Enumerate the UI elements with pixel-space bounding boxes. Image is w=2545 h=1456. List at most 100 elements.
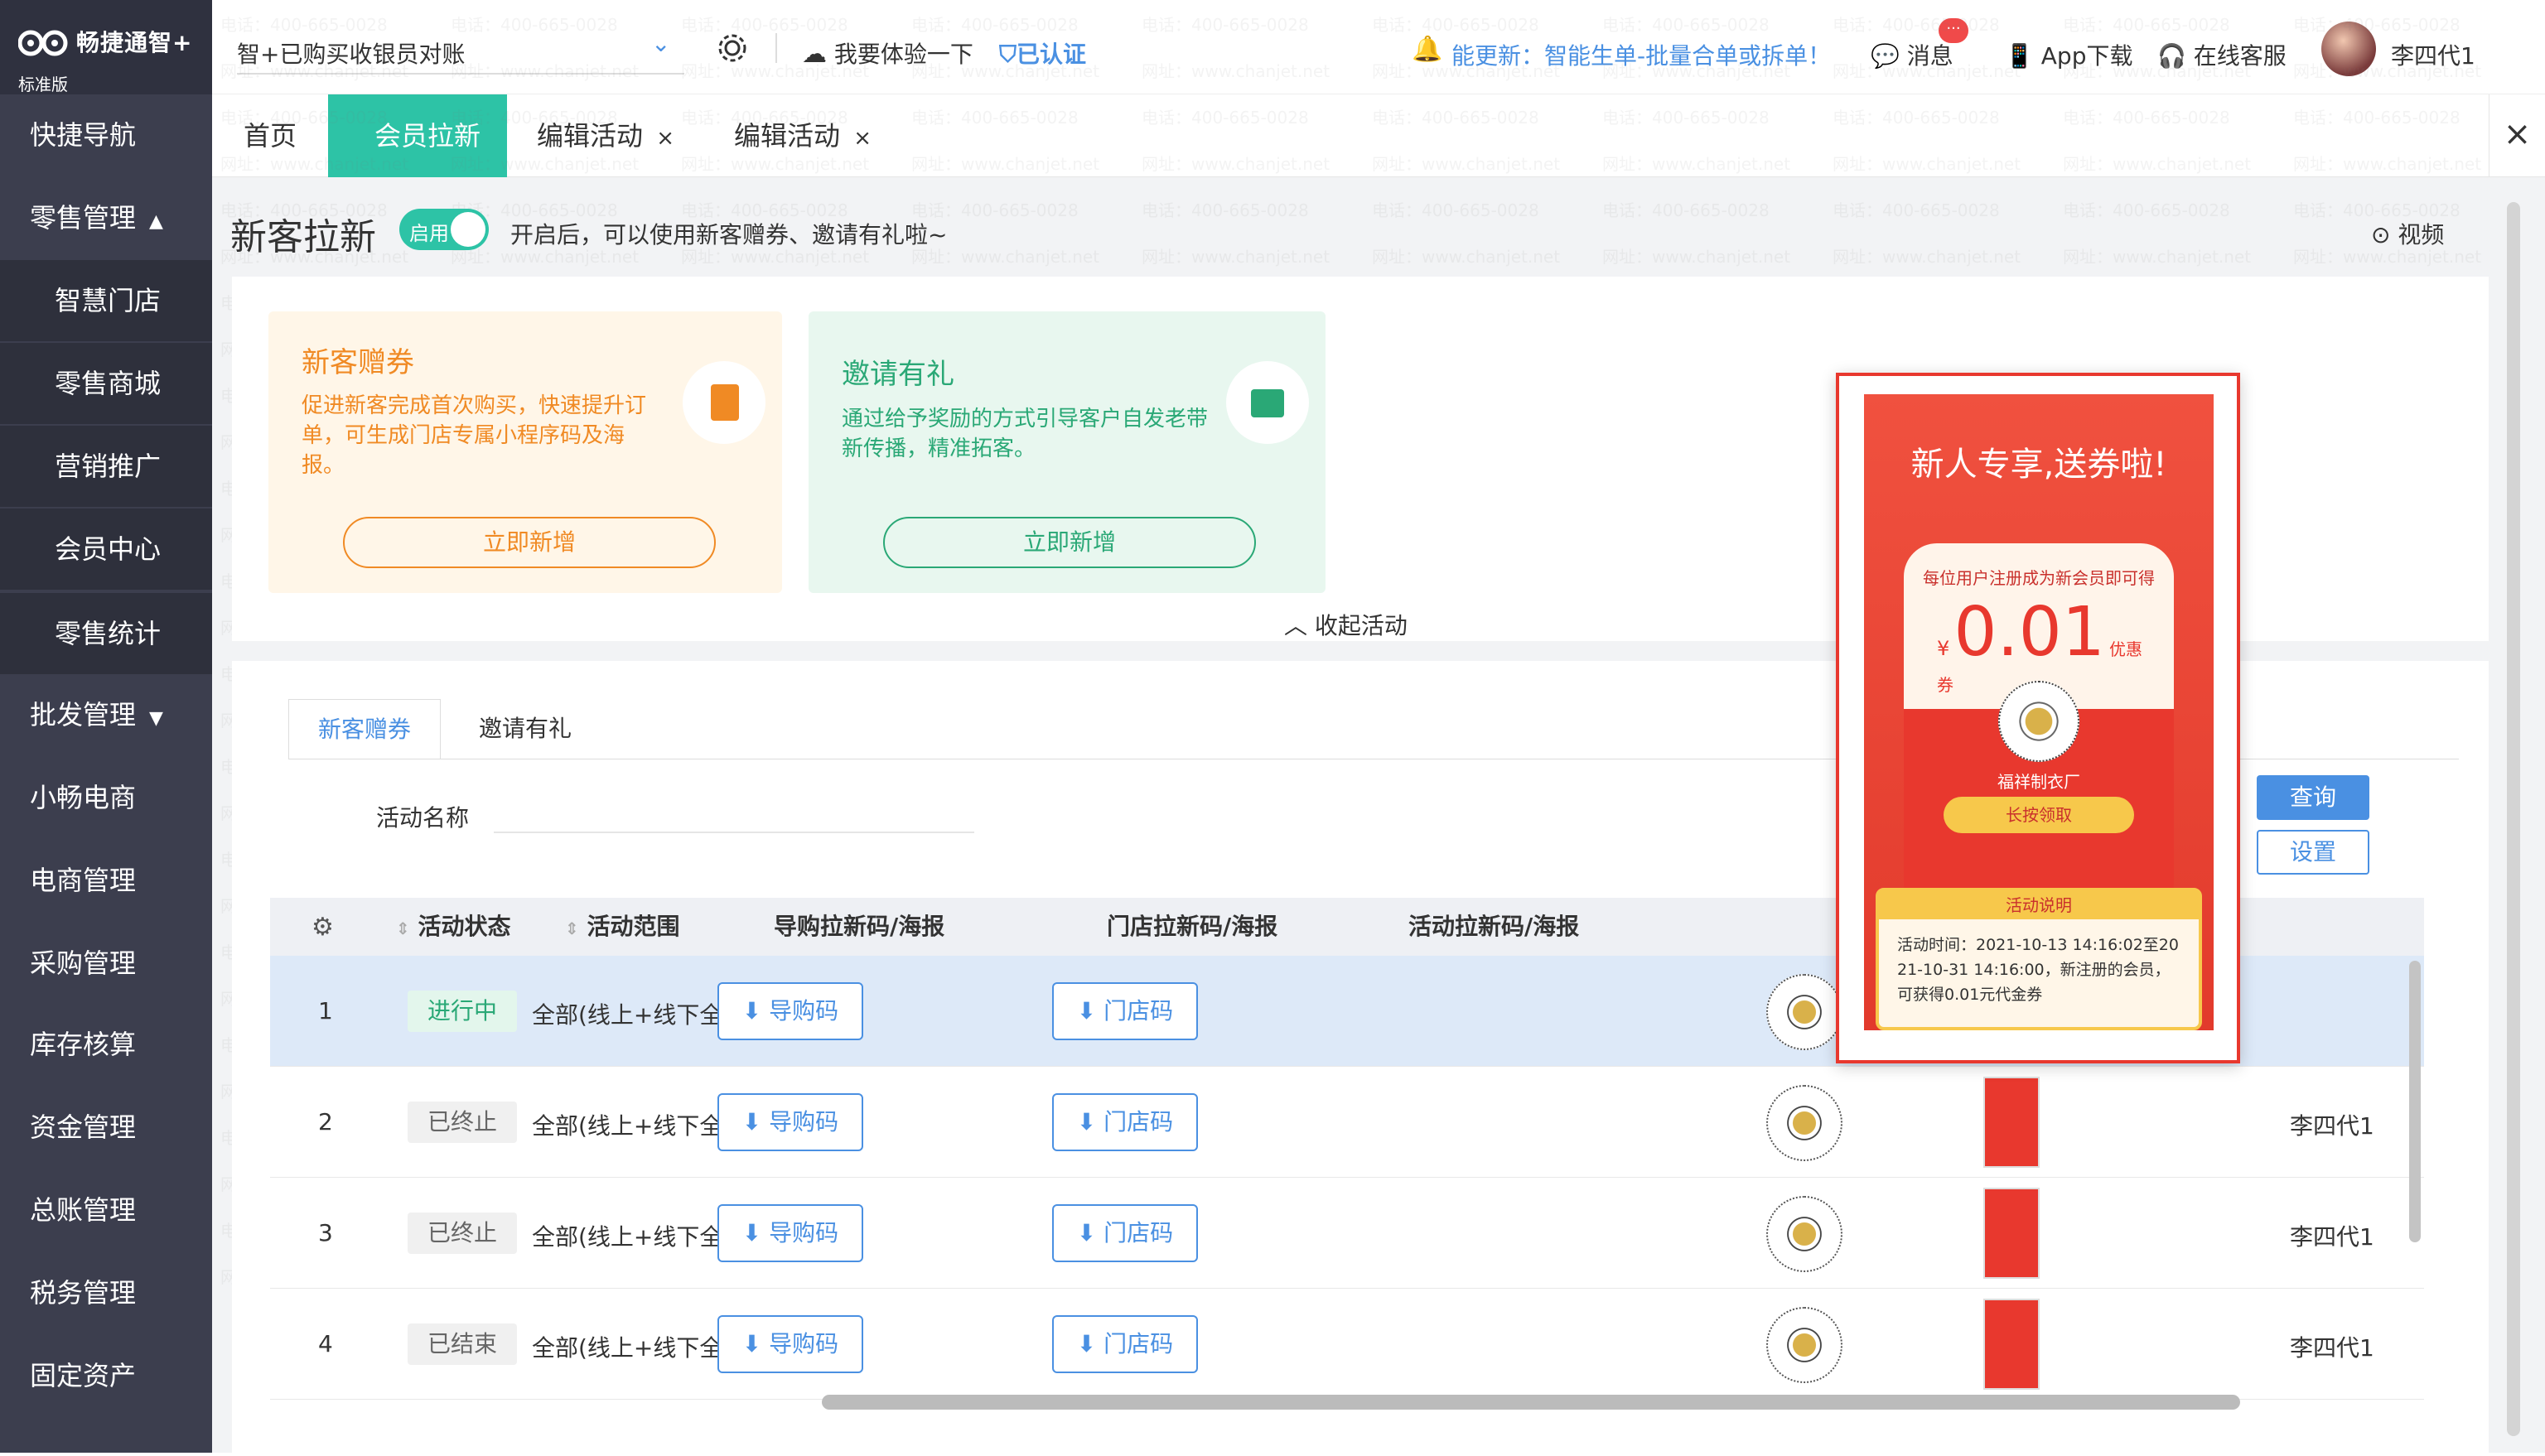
page-scrollbar[interactable] bbox=[2507, 202, 2520, 1436]
poster-thumbnail[interactable] bbox=[1983, 1188, 2040, 1279]
sidebar-item[interactable]: 会员中心 bbox=[0, 509, 212, 590]
table-row[interactable]: 3已终止全部(线上+线下全部门店)⬇ 导购码⬇ 门店码李四代1⊘✎🗑 bbox=[270, 1178, 2424, 1289]
phone-icon: 📱 bbox=[2005, 42, 2034, 70]
close-icon[interactable]: × bbox=[853, 126, 872, 151]
sidebar-item-label: 零售管理 bbox=[30, 202, 137, 234]
row-index: 1 bbox=[318, 997, 333, 1025]
collapse-activities-button[interactable]: ︿ 收起活动 bbox=[1284, 608, 1408, 641]
username[interactable]: 李四代1 bbox=[2391, 38, 2475, 71]
invite-reward-card[interactable]: 邀请有礼 通过给予奖励的方式引导客户自发老带新传播，精准拓客。 立即新增 bbox=[809, 311, 1326, 593]
sidebar-item[interactable]: 批发管理 ▼ bbox=[0, 674, 212, 755]
sidebar-item[interactable]: 快捷导航 bbox=[0, 94, 212, 176]
sort-icon: ⇕ bbox=[565, 918, 579, 938]
status-badge: 已终止 bbox=[408, 1102, 518, 1143]
avatar[interactable] bbox=[2321, 22, 2376, 76]
sidebar-item-label: 快捷导航 bbox=[30, 119, 137, 151]
try-experience-link[interactable]: ☁ 我要体验一下 bbox=[802, 36, 973, 70]
guide-code-label: 导购码 bbox=[769, 997, 839, 1025]
activity-name-label: 活动名称 bbox=[376, 804, 470, 832]
coupon-amount: ¥ 0.01 优惠券 bbox=[1937, 593, 2152, 696]
toggle-label: 启用 bbox=[409, 222, 449, 245]
sidebar-item[interactable]: 小畅电商 bbox=[0, 757, 212, 838]
guide-code-button[interactable]: ⬇ 导购码 bbox=[717, 1093, 863, 1151]
activity-qr-code[interactable] bbox=[1766, 974, 1842, 1050]
header-scope[interactable]: ⇕ 活动范围 bbox=[565, 898, 680, 956]
claim-button[interactable]: 长按领取 bbox=[1944, 797, 2134, 833]
sidebar-item[interactable]: 资金管理 bbox=[0, 1087, 212, 1168]
guide-code-button[interactable]: ⬇ 导购码 bbox=[717, 1204, 863, 1262]
sidebar-item[interactable]: 零售商城 bbox=[0, 343, 212, 424]
sidebar-item[interactable]: 营销推广 bbox=[0, 426, 212, 507]
store-code-button[interactable]: ⬇ 门店码 bbox=[1052, 1315, 1198, 1373]
sidebar-item[interactable]: 采购管理 bbox=[0, 923, 212, 1004]
status-badge: 进行中 bbox=[408, 991, 518, 1032]
watermark-text: 电话：400-665-0028 bbox=[1142, 200, 1309, 220]
add-invite-activity-button[interactable]: 立即新增 bbox=[883, 517, 1256, 568]
sidebar-item[interactable]: 零售统计 bbox=[0, 593, 212, 674]
sidebar-item[interactable]: 电商管理 bbox=[0, 840, 212, 921]
sidebar-item[interactable]: 智慧门店 bbox=[0, 260, 212, 341]
status-badge: 已终止 bbox=[408, 1213, 518, 1254]
sidebar-item-label: 税务管理 bbox=[30, 1277, 137, 1309]
close-icon[interactable]: × bbox=[656, 126, 674, 151]
sidebar-item[interactable]: 固定资产 bbox=[0, 1335, 212, 1416]
sidebar-item[interactable]: 库存核算 bbox=[0, 1004, 212, 1085]
video-label: 视频 bbox=[2398, 221, 2445, 248]
sidebar-item[interactable]: 总账管理 bbox=[0, 1169, 212, 1251]
query-button[interactable]: 查询 bbox=[2257, 775, 2369, 820]
top-bar: 智+已购买收银员对账 ⌄ ☁ 我要体验一下 ⛉已认证 🔔 能更新：智能生单-批量… bbox=[212, 0, 2545, 94]
sidebar: 畅捷通智+ 标准版 快捷导航零售管理 ▲ 智慧门店零售商城 营销推广 会员中心零售统计批… bbox=[0, 0, 212, 1453]
card-title: 邀请有礼 bbox=[842, 358, 954, 391]
table-row[interactable]: 2已终止全部(线上+线下全部门店)⬇ 导购码⬇ 门店码李四代1⊘✎🗑 bbox=[270, 1067, 2424, 1178]
sidebar-item-label: 电商管理 bbox=[30, 865, 137, 896]
tab-edit-activity[interactable]: 编辑活动 × bbox=[507, 94, 704, 177]
app-download-button[interactable]: 📱 App下载 bbox=[2005, 38, 2132, 71]
tab-home[interactable]: 首页 bbox=[212, 94, 330, 177]
certified-label: 已认证 bbox=[1017, 41, 1087, 68]
activity-qr-code[interactable] bbox=[1766, 1196, 1842, 1272]
tab-edit-activity-2[interactable]: 编辑活动 × bbox=[704, 94, 901, 177]
subtab-invite-reward[interactable]: 邀请有礼 bbox=[457, 699, 593, 759]
store-code-button[interactable]: ⬇ 门店码 bbox=[1052, 982, 1198, 1040]
activity-name-input[interactable] bbox=[494, 832, 974, 833]
settings-button[interactable]: 设置 bbox=[2257, 830, 2369, 875]
sidebar-item[interactable]: 零售管理 ▲ bbox=[0, 177, 212, 258]
header-label: 活动范围 bbox=[587, 913, 680, 940]
app-download-label: App下载 bbox=[2040, 42, 2133, 70]
close-all-tabs-icon[interactable]: × bbox=[2489, 94, 2545, 177]
online-service-button[interactable]: 🎧 在线客服 bbox=[2157, 38, 2287, 71]
column-settings-icon[interactable]: ⚙ bbox=[311, 913, 334, 942]
new-customer-coupon-card[interactable]: 新客赠券 促进新客完成首次购买，快速提升订单，可生成门店专属小程序码及海报。 立… bbox=[268, 311, 782, 593]
poster-thumbnail[interactable] bbox=[1983, 1077, 2040, 1168]
activity-qr-code[interactable] bbox=[1766, 1085, 1842, 1161]
bell-icon[interactable]: 🔔 bbox=[1412, 35, 1442, 64]
update-notice[interactable]: 能更新：智能生单-批量合单或拆单！ bbox=[1451, 38, 1831, 71]
messages-button[interactable]: 💬 消息 bbox=[1871, 38, 1953, 71]
download-icon: ⬇ bbox=[741, 997, 762, 1025]
poster-thumbnail[interactable] bbox=[1983, 1299, 2040, 1390]
horizontal-scrollbar[interactable] bbox=[822, 1395, 2240, 1410]
store-code-button[interactable]: ⬇ 门店码 bbox=[1052, 1204, 1198, 1262]
sidebar-item-label: 智慧门店 bbox=[55, 285, 162, 316]
header-status[interactable]: ⇕ 活动状态 bbox=[396, 898, 511, 956]
subtab-new-customer-coupon[interactable]: 新客赠券 bbox=[288, 699, 441, 759]
enable-toggle[interactable]: 启用 bbox=[399, 209, 489, 250]
vertical-scrollbar[interactable] bbox=[2409, 961, 2421, 1242]
sidebar-item-label: 零售统计 bbox=[55, 618, 162, 649]
guide-code-button[interactable]: ⬇ 导购码 bbox=[717, 1315, 863, 1373]
video-link[interactable]: ⊙ 视频 bbox=[2371, 217, 2444, 250]
account-select[interactable]: 智+已购买收银员对账 ⌄ bbox=[237, 22, 684, 75]
activity-qr-code[interactable] bbox=[1766, 1307, 1842, 1383]
sidebar-item[interactable]: 税务管理 bbox=[0, 1252, 212, 1333]
tab-member-acquisition[interactable]: 会员拉新 × bbox=[328, 94, 507, 234]
table-row[interactable]: 4已结束全部(线上+线下全部门店)⬇ 导购码⬇ 门店码李四代1⊘✎🗑 bbox=[270, 1289, 2424, 1400]
guide-code-button[interactable]: ⬇ 导购码 bbox=[717, 982, 863, 1040]
add-coupon-activity-button[interactable]: 立即新增 bbox=[343, 517, 716, 568]
certified-badge[interactable]: ⛉已认证 bbox=[999, 36, 1086, 70]
brand-logo[interactable]: 畅捷通智+ 标准版 bbox=[0, 0, 212, 94]
store-code-button[interactable]: ⬇ 门店码 bbox=[1052, 1093, 1198, 1151]
rules-box: 活动说明 活动时间：2021-10-13 14:16:02至2021-10-31… bbox=[1876, 888, 2202, 1030]
creator-name: 李四代1 bbox=[2290, 1112, 2374, 1140]
gear-icon[interactable] bbox=[716, 31, 749, 68]
guide-code-label: 导购码 bbox=[769, 1108, 839, 1135]
